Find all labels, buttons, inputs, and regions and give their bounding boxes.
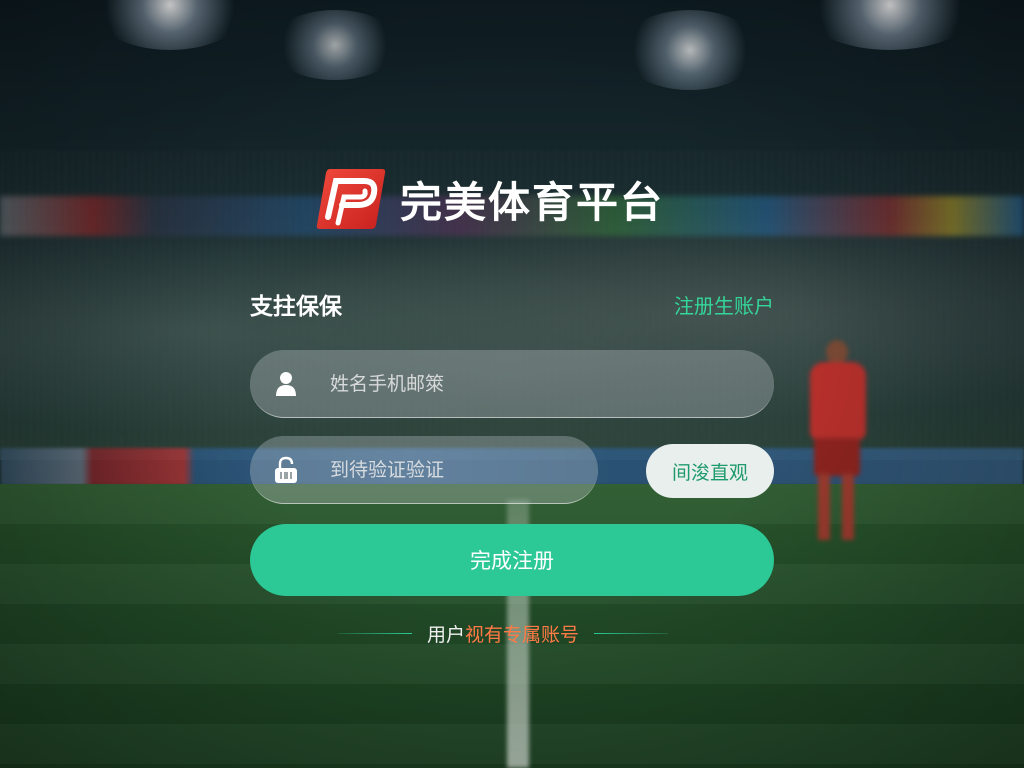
lock-icon [274,456,298,484]
footer-row: 用户视有专属账号 [338,618,668,648]
code-input[interactable] [330,458,570,481]
footer-login-link[interactable]: 视有专属账号 [465,624,579,646]
divider-left [338,632,412,634]
submit-register-button[interactable]: 完成注册 [250,524,774,596]
account-field[interactable] [250,350,774,418]
register-link[interactable]: 注册生账户 [674,290,774,319]
form-title: 支拄保保 [250,294,342,320]
user-icon [274,370,298,398]
brand-name: 完美体育平台 [400,178,665,226]
code-field[interactable] [250,436,598,504]
get-code-button[interactable]: 间浚直观 [646,444,774,498]
brand-header: 完美体育平台 [316,166,664,232]
form-header: 支拄保保 注册生账户 [250,286,774,322]
footer-text: 用户视有专属账号 [427,620,579,647]
account-input[interactable] [330,372,630,395]
brand-logo-icon [316,169,386,229]
divider-right [594,632,668,634]
footer-prefix: 用户 [426,623,465,646]
